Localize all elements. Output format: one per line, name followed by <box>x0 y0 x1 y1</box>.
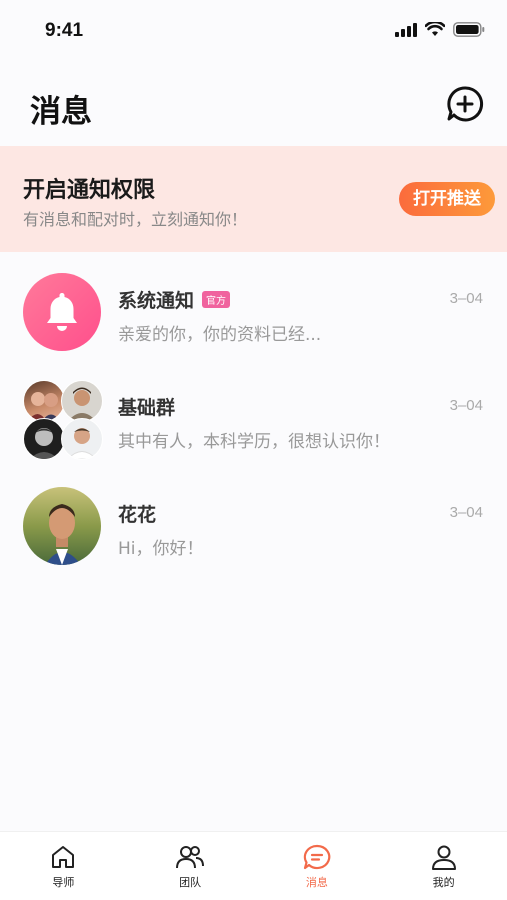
person-photo-icon <box>67 428 97 459</box>
enable-push-button[interactable]: 打开推送 <box>399 182 495 216</box>
notice-subtitle: 有消息和配对时，立刻通知你！ <box>23 210 248 229</box>
conversation-item-system[interactable]: 系统通知 官方 亲爱的你，你的资料已经... 3–04 <box>0 252 507 359</box>
add-message-icon <box>447 86 484 122</box>
group-member-avatar <box>61 380 103 422</box>
notification-banner: 开启通知权限 有消息和配对时，立刻通知你！ 打开推送 <box>0 146 507 252</box>
conversation-name: 花花 <box>118 500 156 527</box>
person-photo-icon <box>68 387 96 421</box>
tab-label: 我的 <box>432 876 455 889</box>
conversation-item-group[interactable]: 基础群 其中有人，本科学历，很想认识你！ 3–04 <box>0 359 507 466</box>
conversation-list: 系统通知 官方 亲爱的你，你的资料已经... 3–04 基础群 其中有人，本科学… <box>0 252 507 573</box>
status-icons <box>395 22 485 37</box>
person-photo-icon <box>28 392 60 421</box>
battery-icon <box>453 22 485 37</box>
conversation-preview: Hi，你好！ <box>118 539 204 559</box>
conversation-date: 3–04 <box>449 397 483 414</box>
status-time: 9:41 <box>45 20 84 41</box>
tab-team[interactable]: 团队 <box>127 832 254 900</box>
conversation-date: 3–04 <box>449 290 483 307</box>
notice-title: 开启通知权限 <box>23 178 156 203</box>
add-chat-button[interactable] <box>445 84 485 124</box>
conversation-name-text: 花花 <box>118 504 157 526</box>
tab-mentor[interactable]: 导师 <box>0 832 127 900</box>
conversation-date: 3–04 <box>449 504 483 521</box>
group-avatar <box>23 380 103 460</box>
tab-profile[interactable]: 我的 <box>380 832 507 900</box>
bottom-tab-bar: 导师 团队 消息 我的 <box>0 831 507 900</box>
conversation-preview: 其中有人，本科学历，很想认识你！ <box>118 432 390 452</box>
wifi-icon <box>425 22 445 36</box>
group-member-avatar <box>23 418 65 460</box>
profile-icon <box>431 845 456 870</box>
group-member-avatar <box>61 418 103 460</box>
tab-messages[interactable]: 消息 <box>254 832 381 900</box>
bell-icon <box>47 293 77 331</box>
person-photo-icon <box>30 428 58 459</box>
message-icon <box>303 844 331 870</box>
conversation-name: 系统通知 官方 <box>118 286 231 313</box>
page-title: 消息 <box>30 94 92 130</box>
user-avatar <box>23 487 101 565</box>
tab-label: 团队 <box>179 876 202 889</box>
home-icon <box>52 846 75 868</box>
conversation-preview: 亲爱的你，你的资料已经... <box>118 325 322 345</box>
system-avatar <box>23 273 101 351</box>
group-member-avatar <box>23 380 65 422</box>
conversation-item-huahua[interactable]: 花花 Hi，你好！ 3–04 <box>0 466 507 573</box>
signal-icon <box>395 22 417 37</box>
conversation-name: 基础群 <box>118 393 175 420</box>
tab-label: 导师 <box>52 876 75 889</box>
status-bar: 9:41 <box>0 0 507 64</box>
conversation-name-text: 系统通知 <box>118 290 195 312</box>
team-icon <box>176 846 205 869</box>
tab-label: 消息 <box>305 876 328 889</box>
header: 消息 <box>0 64 507 146</box>
official-badge: 官方 <box>202 291 231 308</box>
person-photo-icon <box>45 504 81 565</box>
conversation-name-text: 基础群 <box>118 397 176 419</box>
